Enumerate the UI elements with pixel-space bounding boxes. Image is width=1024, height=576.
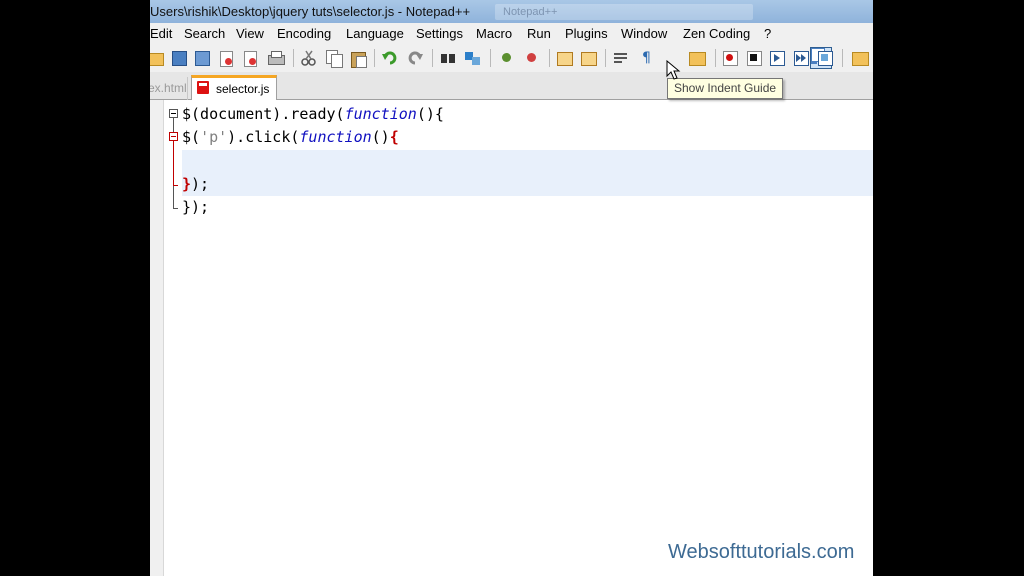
title-bar: Users\rishik\Desktop\jquery tuts\selecto… [150, 0, 873, 23]
window-title: Users\rishik\Desktop\jquery tuts\selecto… [150, 4, 471, 19]
code-line-2: $('p').click(function(){ [182, 128, 399, 146]
tab-ex-html[interactable]: ex.html [150, 77, 188, 100]
menu-settings[interactable]: Settings [416, 23, 463, 44]
tab-label: selector.js [216, 82, 270, 96]
user-defined-language-icon[interactable] [688, 49, 706, 67]
menu-zen-coding[interactable]: Zen Coding [683, 23, 750, 44]
tooltip: Show Indent Guide [667, 78, 784, 99]
sync-vertical-icon[interactable] [556, 49, 574, 67]
toolbar-separator [842, 49, 843, 67]
current-line-highlight [182, 173, 873, 196]
unsaved-file-icon [197, 81, 209, 94]
record-macro-icon[interactable] [721, 49, 739, 67]
code-line-5: }); [182, 198, 210, 216]
sync-horizontal-icon[interactable] [580, 49, 598, 67]
code-editor[interactable]: $(document).ready(function(){ $('p').cli… [150, 100, 873, 576]
menu-window[interactable]: Window [621, 23, 667, 44]
current-line-highlight [182, 150, 873, 173]
toolbar-separator [374, 49, 375, 67]
print-icon[interactable] [267, 49, 285, 67]
mouse-cursor-icon [666, 60, 681, 80]
close-file-icon[interactable] [217, 49, 235, 67]
close-all-icon[interactable] [241, 49, 259, 67]
menu-run[interactable]: Run [527, 23, 551, 44]
watermark: Websofttutorials.com [668, 541, 855, 563]
menu-language[interactable]: Language [346, 23, 404, 44]
fold-margin [164, 100, 182, 576]
toolbar-separator [293, 49, 294, 67]
tab-selector-js[interactable]: selector.js [191, 75, 277, 101]
code-line-1: $(document).ready(function(){ [182, 105, 444, 123]
menu-edit[interactable]: Edit [150, 23, 172, 44]
paste-icon[interactable] [349, 49, 367, 68]
toolbar-separator [432, 49, 433, 67]
stop-recording-icon[interactable] [745, 49, 763, 67]
find-icon[interactable] [439, 49, 457, 67]
save-macro-icon[interactable] [816, 49, 834, 67]
menu-bar: Edit Search View Encoding Language Setti… [150, 23, 873, 44]
menu-macro[interactable]: Macro [476, 23, 512, 44]
menu-help[interactable]: ? [764, 23, 771, 44]
ghost-title-bar: Notepad++ [495, 4, 753, 20]
tab-label: ex.html [150, 81, 187, 95]
notepadpp-window: Users\rishik\Desktop\jquery tuts\selecto… [150, 0, 873, 576]
redo-icon[interactable] [406, 49, 424, 67]
word-wrap-icon[interactable] [612, 49, 630, 67]
plugin-icon[interactable] [851, 49, 869, 67]
toolbar-separator [715, 49, 716, 67]
menu-encoding[interactable]: Encoding [277, 23, 331, 44]
run-macro-multiple-icon[interactable] [792, 49, 810, 67]
toolbar-separator [490, 49, 491, 67]
toolbar-separator [549, 49, 550, 67]
menu-view[interactable]: View [236, 23, 264, 44]
fold-line [173, 208, 178, 209]
fold-collapse-icon[interactable] [169, 132, 178, 141]
show-all-characters-icon[interactable]: ¶ [637, 49, 655, 67]
save-icon[interactable] [170, 49, 188, 67]
zoom-in-icon[interactable] [498, 49, 516, 67]
toolbar-separator [605, 49, 606, 67]
menu-plugins[interactable]: Plugins [565, 23, 608, 44]
undo-icon[interactable] [381, 49, 399, 67]
save-all-icon[interactable] [193, 49, 211, 67]
replace-icon[interactable] [464, 49, 482, 67]
playback-macro-icon[interactable] [768, 49, 786, 67]
toolbar: ¶ [150, 44, 873, 72]
fold-collapse-icon[interactable] [169, 109, 178, 118]
line-number-margin [150, 100, 164, 576]
copy-icon[interactable] [325, 49, 343, 68]
fold-line [173, 118, 174, 132]
fold-line [173, 186, 174, 208]
code-line-4: }); [182, 175, 210, 193]
open-file-icon[interactable] [150, 49, 166, 67]
fold-line [173, 141, 174, 185]
zoom-out-icon[interactable] [523, 49, 541, 67]
menu-search[interactable]: Search [184, 23, 225, 44]
cut-icon[interactable] [300, 49, 318, 67]
